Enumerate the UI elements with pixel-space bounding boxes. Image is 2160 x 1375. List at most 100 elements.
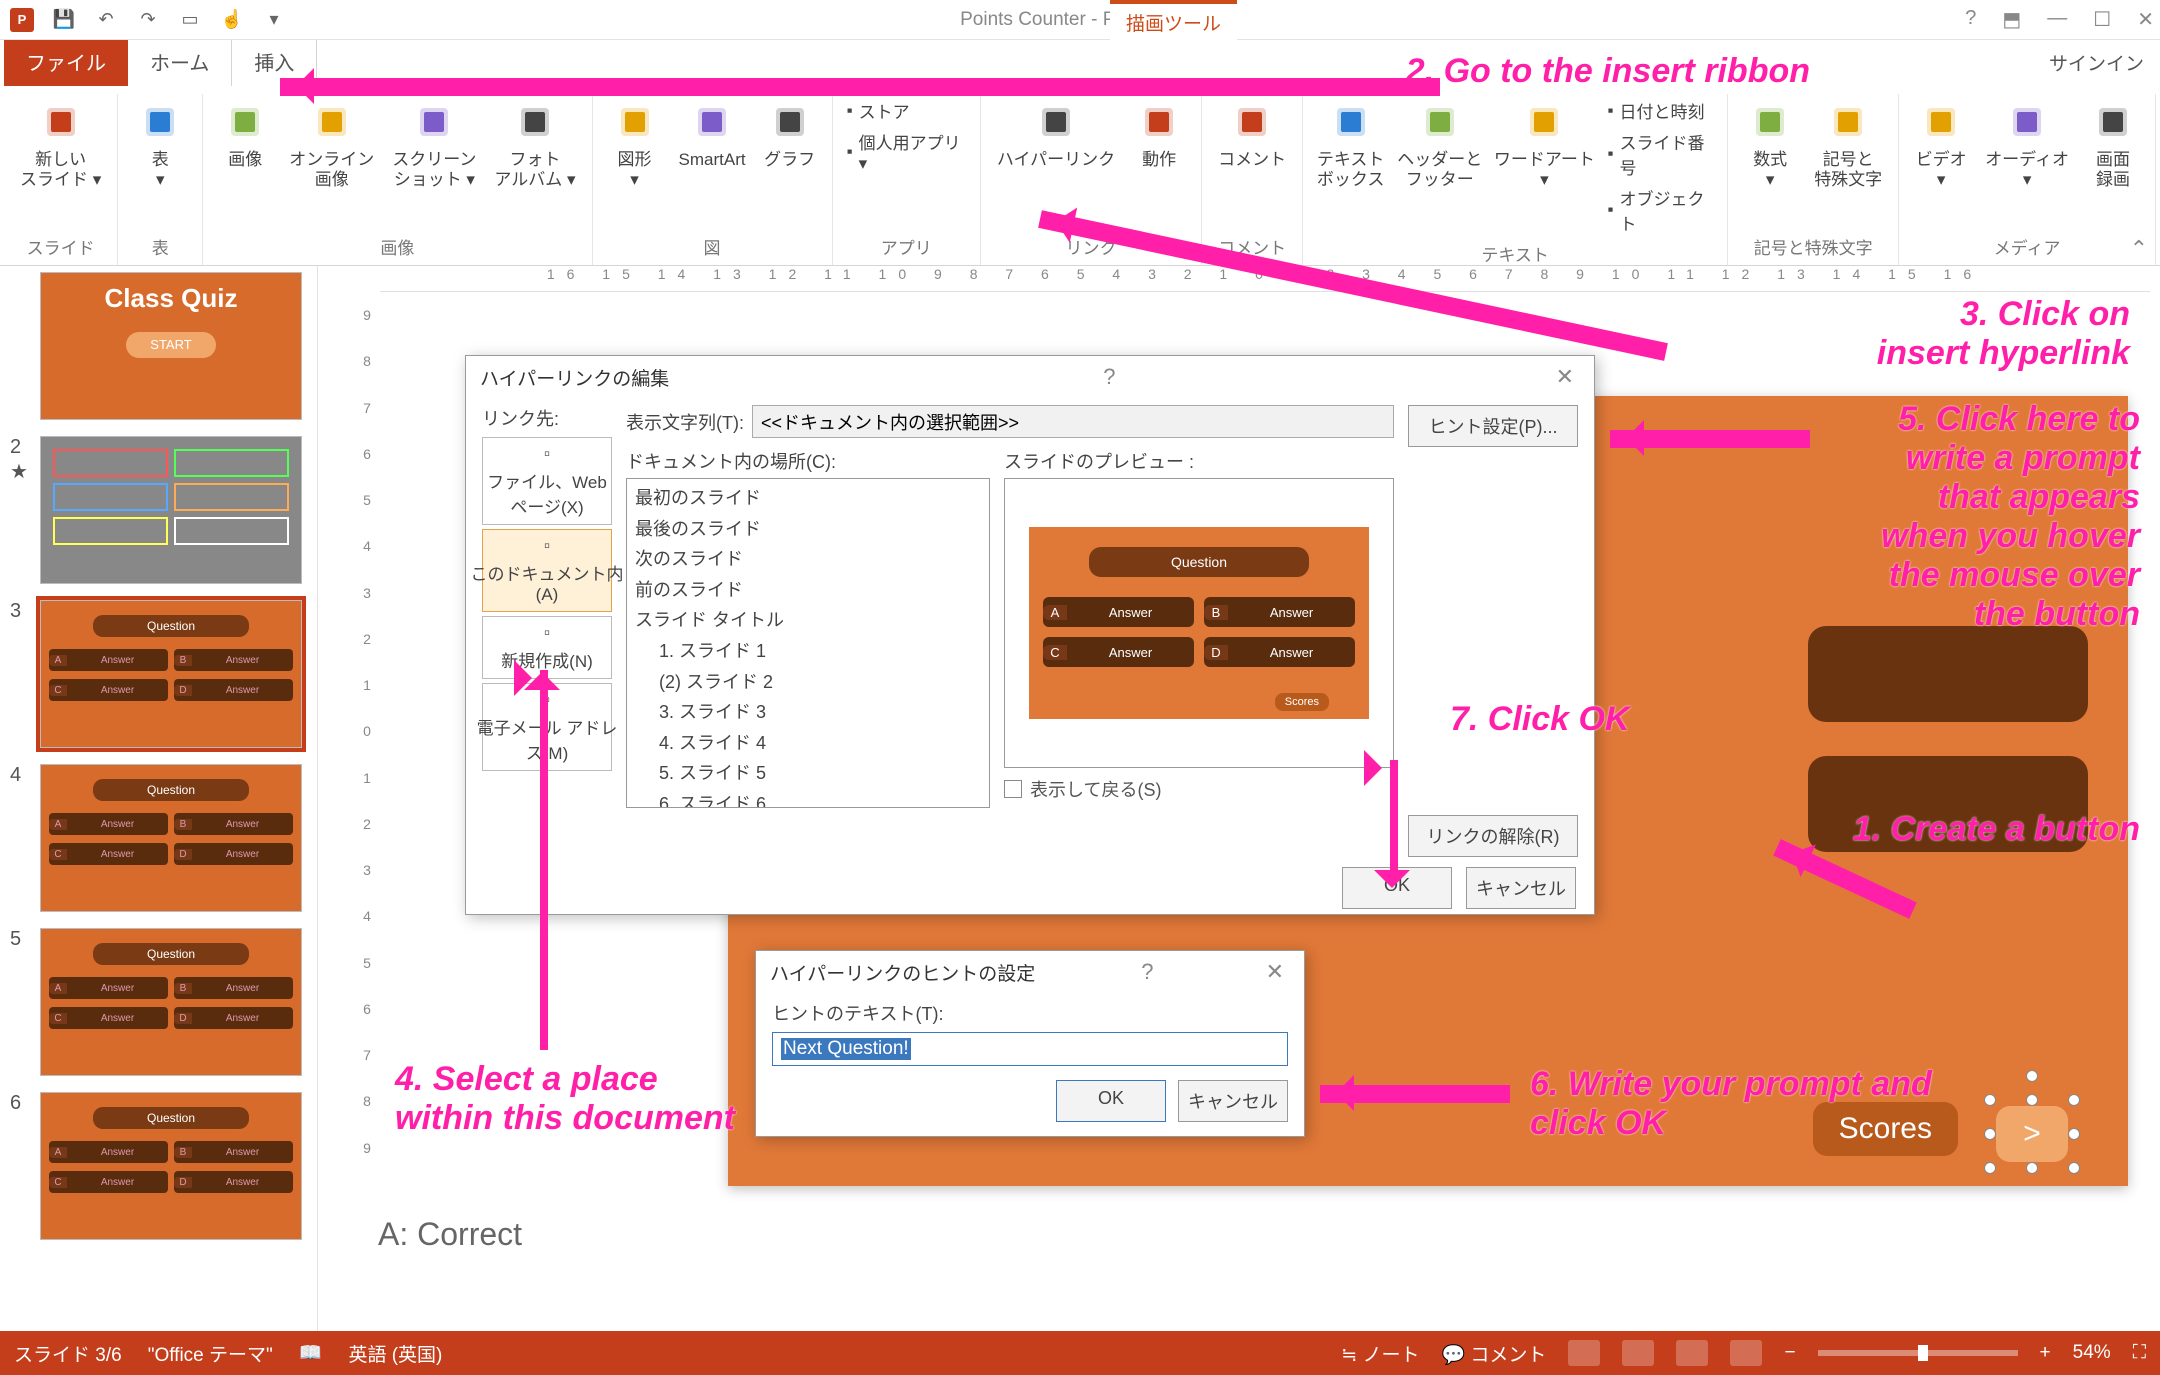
answer-box[interactable] (1808, 756, 2088, 852)
tree-item[interactable]: 次のスライド (635, 544, 981, 575)
wordart-button[interactable]: ワードアート ▾ (1491, 96, 1597, 237)
chart-button[interactable]: グラフ (758, 96, 822, 230)
close-icon[interactable]: ✕ (1260, 959, 1290, 986)
screentip-button[interactable]: ヒント設定(P)... (1408, 405, 1578, 447)
undo-icon[interactable]: ↶ (94, 8, 118, 32)
online-picture-button[interactable]: オンライン 画像 (283, 96, 380, 230)
normal-view-icon[interactable] (1568, 1340, 1600, 1366)
rotate-handle-icon[interactable] (2026, 1070, 2038, 1082)
comments-toggle[interactable]: 💬 コメント (1441, 1340, 1546, 1367)
slide-thumbnail[interactable]: QuestionAAnswerBAnswerCAnswerDAnswer (40, 1092, 302, 1240)
comment-button[interactable]: コメント (1212, 96, 1292, 230)
screentip-text-input[interactable]: Next Question! (772, 1032, 1288, 1066)
action-button[interactable]: 動作 (1127, 96, 1191, 230)
new-slide-button[interactable]: 新しい スライド ▾ (14, 96, 107, 230)
notes-toggle[interactable]: ≒ ノート (1341, 1340, 1419, 1367)
notes-pane[interactable]: A: Correct (378, 1216, 2140, 1253)
close-icon[interactable]: ✕ (2137, 7, 2154, 32)
smartart-button[interactable]: SmartArt (673, 96, 752, 230)
textbox-button[interactable]: テキスト ボックス (1313, 96, 1388, 237)
zoom-slider[interactable] (1818, 1350, 2018, 1356)
help-icon[interactable]: ? (1135, 959, 1159, 986)
picture-button[interactable]: 画像 (213, 96, 277, 230)
store-button[interactable]: ▪ストア (843, 96, 970, 125)
audio-button[interactable]: オーディオ ▾ (1979, 96, 2075, 230)
tab-insert[interactable]: 挿入 (231, 36, 317, 86)
zoom-out-icon[interactable]: − (1784, 1342, 1795, 1364)
slide-thumbnail[interactable]: QuestionAAnswerBAnswerCAnswerDAnswer (40, 928, 302, 1076)
scores-button[interactable]: Scores (1813, 1102, 1958, 1156)
spellcheck-icon[interactable]: 📖 (299, 1341, 323, 1365)
group-label: スライド (14, 230, 107, 265)
maximize-icon[interactable]: ☐ (2093, 7, 2111, 32)
ribbon-group-スライド: 新しい スライド ▾スライド (4, 94, 118, 265)
reading-view-icon[interactable] (1676, 1340, 1708, 1366)
screenshot-button[interactable]: スクリーン ショット ▾ (386, 96, 482, 230)
linkto-email[interactable]: ▫電子メール アドレ ス(M) (482, 683, 612, 771)
document-location-tree[interactable]: 最初のスライド最後のスライド次のスライド前のスライドスライド タイトル1. スラ… (626, 478, 990, 808)
minimize-icon[interactable]: — (2047, 7, 2067, 32)
help-icon[interactable]: ? (1965, 7, 1976, 32)
ribbon-options-icon[interactable]: ⬒ (2002, 7, 2021, 32)
fit-to-window-icon[interactable]: ⛶ (2133, 1342, 2146, 1364)
tree-item[interactable]: スライド タイトル (635, 605, 981, 636)
slide-thumbnail-panel[interactable]: Class QuizSTART2★3QuestionAAnswerBAnswer… (0, 266, 318, 1331)
close-icon[interactable]: ✕ (1550, 364, 1580, 391)
slide-counter[interactable]: スライド 3/6 (14, 1340, 122, 1367)
display-text-input[interactable] (752, 405, 1394, 438)
tree-item[interactable]: 1. スライド 1 (635, 636, 981, 667)
slidenum-button[interactable]: ▪スライド番号 (1603, 127, 1717, 181)
show-and-return-checkbox[interactable]: 表示して戻る(S) (1004, 776, 1394, 802)
slideshow-icon[interactable]: ▭ (178, 8, 202, 32)
headerfooter-button[interactable]: ヘッダーと フッター (1394, 96, 1485, 237)
cancel-button[interactable]: キャンセル (1466, 867, 1576, 909)
touch-mode-icon[interactable]: ☝ (220, 8, 244, 32)
slide-thumbnail[interactable]: Class QuizSTART (40, 272, 302, 420)
slide-thumbnail[interactable]: QuestionAAnswerBAnswerCAnswerDAnswer (40, 764, 302, 912)
symbol-button[interactable]: 記号と 特殊文字 (1808, 96, 1888, 230)
linkto-this-doc[interactable]: ▫このドキュメント内 (A) (482, 529, 612, 612)
linkto-file-web[interactable]: ▫ファイル、Web ページ(X) (482, 437, 612, 525)
sorter-view-icon[interactable] (1622, 1340, 1654, 1366)
signin-link[interactable]: サインイン (2033, 39, 2160, 86)
language-indicator[interactable]: 英語 (英国) (348, 1340, 442, 1367)
ribbon-group-図: 図形 ▾SmartArtグラフ図 (593, 94, 833, 265)
zoom-level[interactable]: 54% (2073, 1342, 2111, 1364)
tab-home[interactable]: ホーム (128, 37, 231, 86)
answer-box[interactable] (1808, 626, 2088, 722)
slide-thumbnail[interactable]: QuestionAAnswerBAnswerCAnswerDAnswer (40, 600, 302, 748)
shapes-button[interactable]: 図形 ▾ (603, 96, 667, 230)
zoom-in-icon[interactable]: + (2040, 1342, 2051, 1364)
remove-link-button[interactable]: リンクの解除(R) (1408, 815, 1578, 857)
ok-button[interactable]: OK (1056, 1080, 1166, 1122)
photo-album-button[interactable]: フォト アルバム ▾ (488, 96, 581, 230)
tab-file[interactable]: ファイル (4, 37, 128, 86)
table-button[interactable]: 表 ▾ (128, 96, 192, 230)
drawing-tools-tab[interactable]: 描画ツール (1110, 0, 1237, 40)
datetime-button[interactable]: ▪日付と時刻 (1603, 96, 1717, 125)
save-icon[interactable]: 💾 (52, 8, 76, 32)
tree-item[interactable]: 3. スライド 3 (635, 697, 981, 728)
hyperlink-button[interactable]: ハイパーリンク (991, 96, 1121, 230)
video-button[interactable]: ビデオ ▾ (1909, 96, 1973, 230)
tree-item[interactable]: 前のスライド (635, 575, 981, 606)
slideshow-view-icon[interactable] (1730, 1340, 1762, 1366)
next-button[interactable]: > (1996, 1106, 2068, 1162)
cancel-button[interactable]: キャンセル (1178, 1080, 1288, 1122)
help-icon[interactable]: ? (1097, 364, 1121, 391)
qat-more-icon[interactable]: ▾ (262, 8, 286, 32)
slide-thumbnail[interactable] (40, 436, 302, 584)
tree-item[interactable]: 4. スライド 4 (635, 728, 981, 759)
tree-item[interactable]: 6. スライド 6 (635, 789, 981, 808)
tree-item[interactable]: (2) スライド 2 (635, 667, 981, 698)
collapse-ribbon-icon[interactable]: ⌃ (2130, 236, 2148, 262)
selection-handles[interactable] (1990, 1100, 2074, 1168)
equation-button[interactable]: 数式 ▾ (1738, 96, 1802, 230)
screenrec-button[interactable]: 画面 録画 (2081, 96, 2145, 230)
object-button[interactable]: ▪オブジェクト (1603, 183, 1717, 237)
tree-item[interactable]: 最後のスライド (635, 514, 981, 545)
tree-item[interactable]: 最初のスライド (635, 483, 981, 514)
tree-item[interactable]: 5. スライド 5 (635, 758, 981, 789)
myapps-button[interactable]: ▪個人用アプリ ▾ (843, 127, 970, 176)
redo-icon[interactable]: ↷ (136, 8, 160, 32)
